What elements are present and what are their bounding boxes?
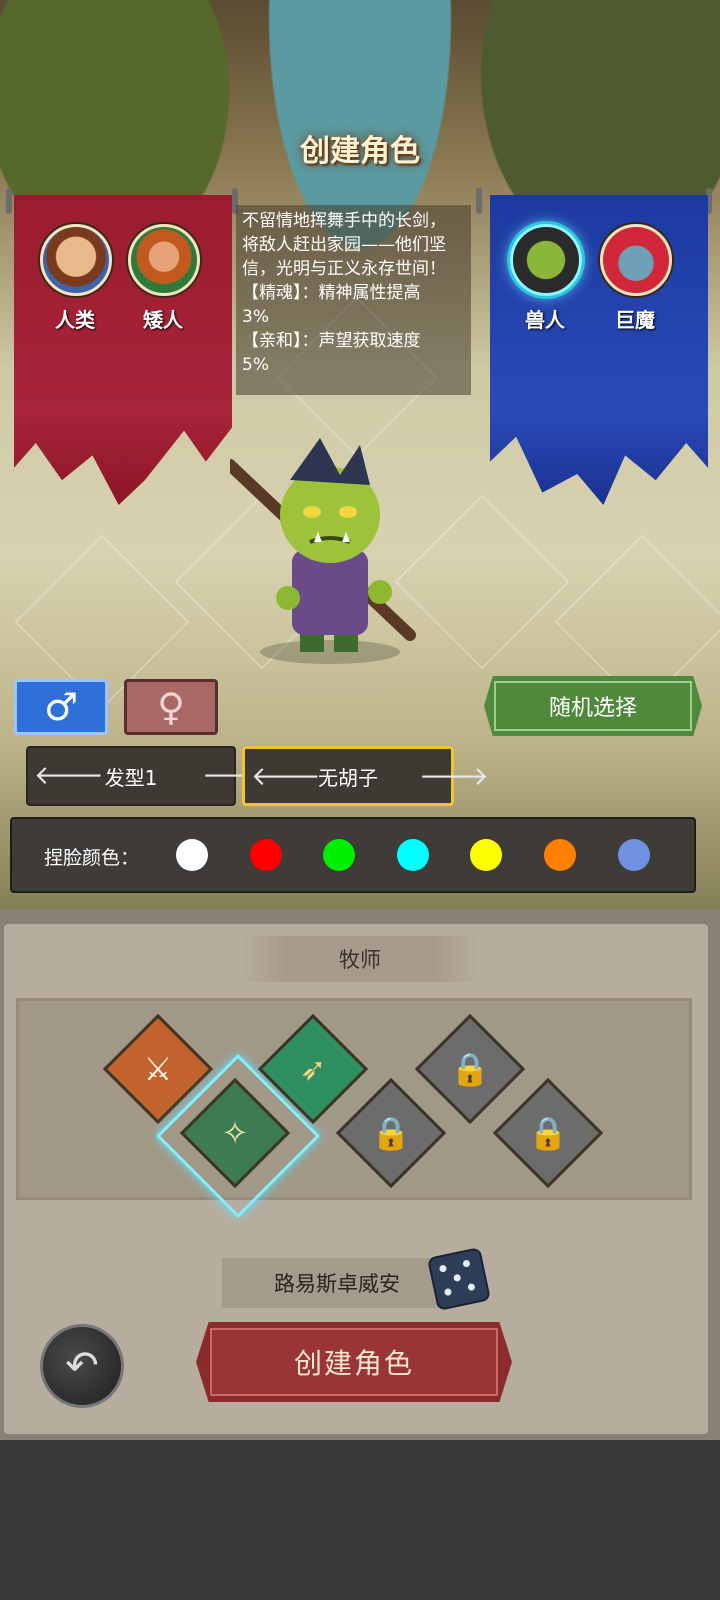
hair-prev-arrow-icon[interactable]: 🡐 (34, 763, 104, 790)
class-name: 牧师 (339, 948, 381, 972)
back-arrow-icon: ↶ (65, 1343, 99, 1389)
beard-prev-arrow-icon[interactable]: 🡐 (251, 764, 321, 791)
female-gender-button[interactable]: ♀ (124, 679, 218, 735)
description-line: 【精魂】：精神属性提高 (242, 283, 421, 303)
character-name: 路易斯卓威安 (274, 1272, 400, 1296)
create-character-button[interactable]: 创建角色 (196, 1322, 512, 1402)
human-portrait-icon[interactable] (40, 224, 112, 296)
troll-portrait-icon[interactable] (600, 224, 672, 296)
race-label-troll[interactable]: 巨魔 (595, 304, 675, 333)
random-select-label: 随机选择 (548, 696, 637, 721)
lock-icon: 🔒 (371, 1114, 411, 1152)
color-swatch-cyan[interactable] (397, 839, 429, 871)
orc-character-preview (230, 438, 416, 664)
color-swatch-green[interactable] (323, 839, 355, 871)
race-label-human[interactable]: 人类 (35, 304, 115, 333)
beard-selector: 无胡子 🡐 🡒 (242, 746, 489, 806)
hair-style-selector: 发型1 🡐 🡒 (26, 746, 272, 806)
back-button[interactable]: ↶ (40, 1324, 124, 1408)
color-swatch-white[interactable] (176, 839, 208, 871)
female-icon: ♀ (157, 685, 185, 729)
random-select-button[interactable]: 随机选择 (484, 676, 702, 736)
face-color-label: 捏脸颜色： (44, 847, 140, 869)
class-selection-area (16, 998, 692, 1200)
color-swatch-orange[interactable] (544, 839, 576, 871)
character-name-field[interactable]: 路易斯卓威安 (222, 1258, 452, 1308)
class-name-plate: 牧师 (240, 936, 480, 982)
race-label-dwarf[interactable]: 矮人 (123, 304, 203, 333)
male-icon: ♂ (43, 685, 79, 729)
color-swatch-yellow[interactable] (470, 839, 502, 871)
orc-portrait-icon[interactable] (510, 224, 582, 296)
banner-pole (6, 188, 12, 214)
description-line: 3% (242, 307, 269, 327)
lock-icon: 🔒 (528, 1114, 568, 1152)
color-swatch-red[interactable] (250, 839, 282, 871)
random-name-dice-icon[interactable] (426, 1246, 492, 1312)
color-swatch-blue[interactable] (618, 839, 650, 871)
bottom-bar (0, 1440, 720, 1600)
face-color-row: 捏脸颜色： (10, 817, 696, 893)
dwarf-portrait-icon[interactable] (128, 224, 200, 296)
beard-next-arrow-icon[interactable]: 🡒 (419, 764, 489, 791)
lock-icon: 🔒 (450, 1050, 490, 1088)
page-title: 创建角色 (300, 134, 420, 169)
description-line: 不留情地挥舞手中的长剑， (242, 211, 446, 231)
description-line: 信，光明与正义永存世间！ (242, 259, 446, 279)
race-label-orc[interactable]: 兽人 (505, 304, 585, 333)
description-line: 【亲和】：声望获取速度 (242, 331, 421, 351)
hair-next-arrow-icon[interactable]: 🡒 (202, 763, 272, 790)
description-line: 将敌人赶出家园——他们坚 (242, 235, 446, 255)
crossbow-glyph-icon: ➶ (299, 1050, 327, 1088)
banner-pole (476, 188, 482, 214)
race-description: 不留情地挥舞手中的长剑， 将敌人赶出家园——他们坚 信，光明与正义永存世间！ 【… (236, 205, 471, 395)
create-character-label: 创建角色 (293, 1347, 414, 1380)
priest-glyph-icon: ✧ (221, 1114, 249, 1152)
male-gender-button[interactable]: ♂ (14, 679, 108, 735)
sword-glyph-icon: ⚔ (143, 1050, 173, 1088)
description-line: 5% (242, 355, 269, 375)
